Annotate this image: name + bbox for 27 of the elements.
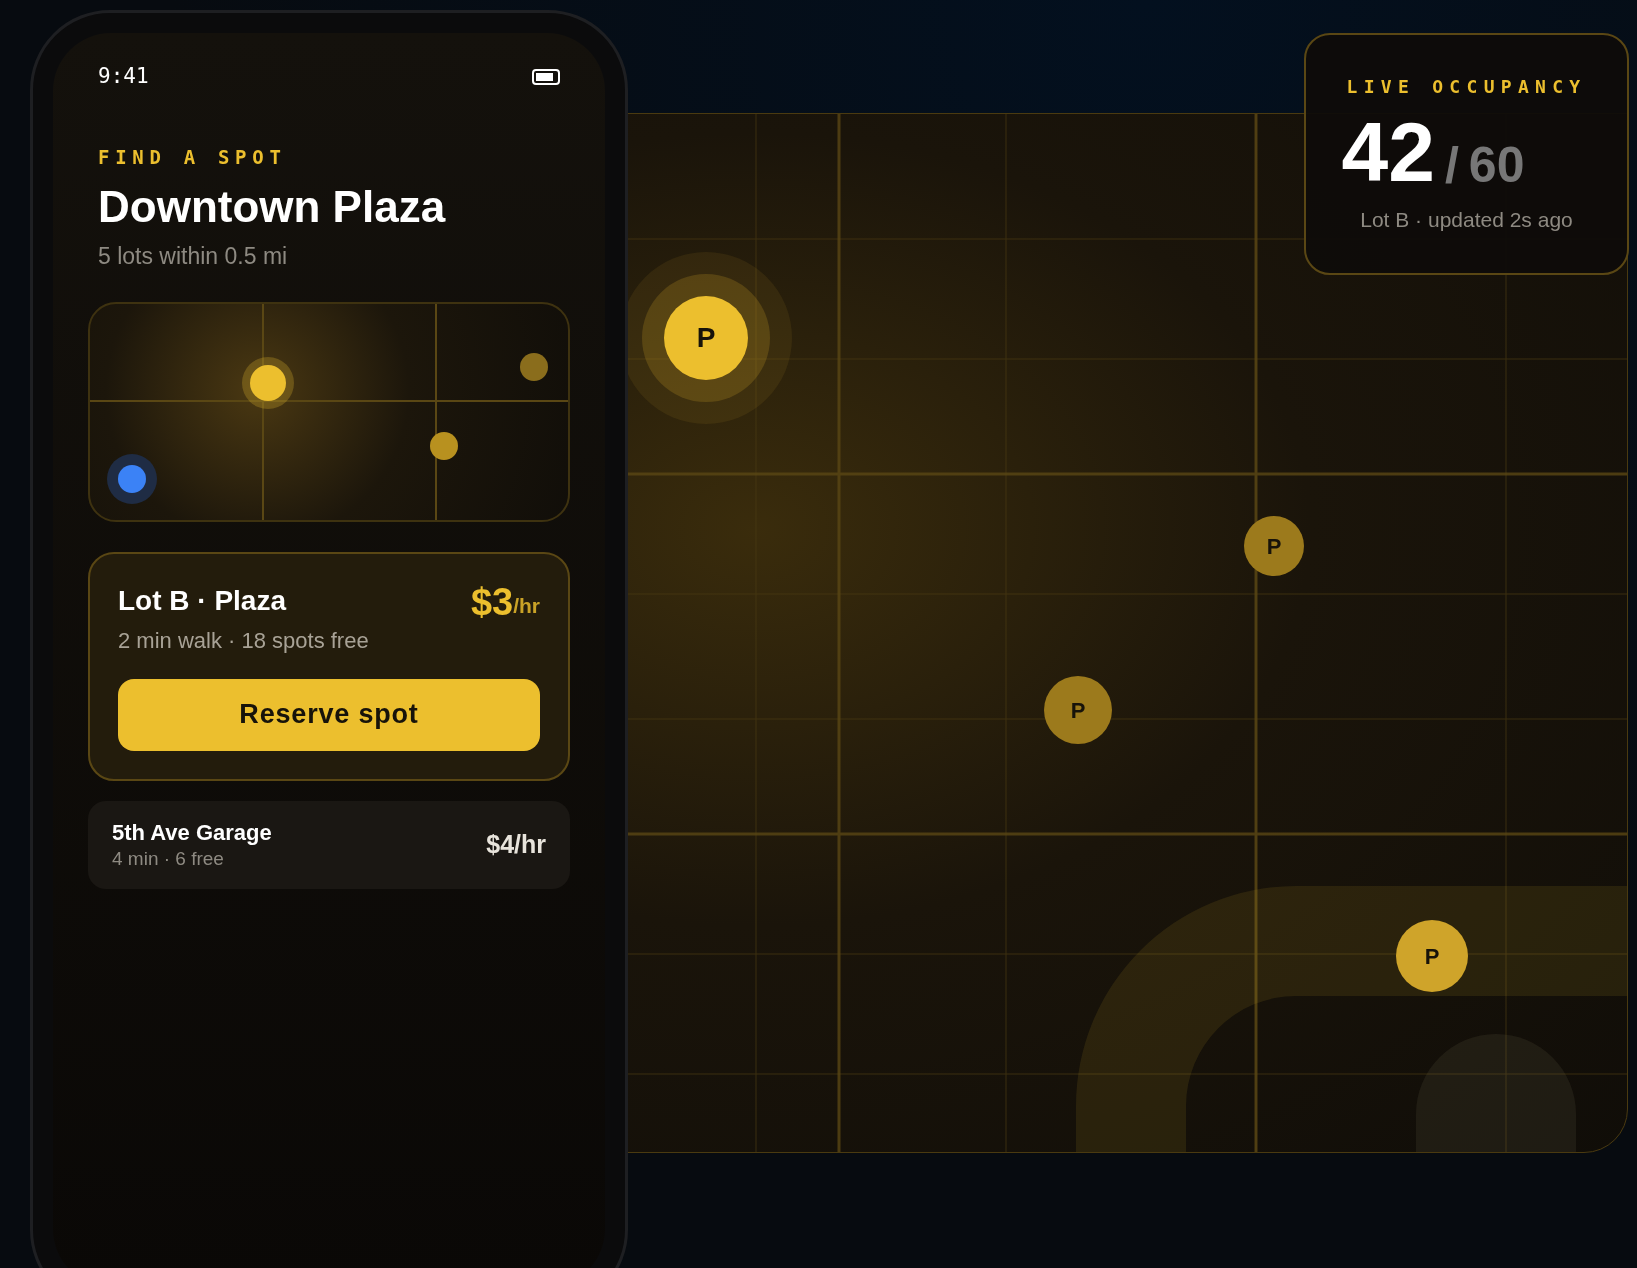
section-eyebrow: FIND A SPOT — [97, 144, 288, 170]
parking-pin[interactable]: P — [1244, 516, 1304, 576]
lot-price: $4/hr — [486, 828, 546, 860]
parking-dot-icon — [242, 356, 294, 409]
status-time: 9:41 — [98, 63, 149, 90]
parking-pin[interactable]: P — [664, 296, 748, 380]
lot-price: $3 — [470, 581, 514, 622]
occupied-count: 42 — [1341, 110, 1435, 194]
parking-dot-icon — [430, 431, 458, 460]
parking-pin[interactable]: P — [1396, 920, 1468, 992]
lot-name: Lot B · Plaza — [118, 583, 286, 618]
lot-details: 2 min walk · 18 spots free — [118, 626, 370, 655]
battery-icon — [532, 68, 560, 85]
location-title: Downtown Plaza — [97, 181, 447, 233]
lot-details: 4 min · 6 free — [112, 846, 225, 871]
parking-dot-icon — [520, 352, 548, 381]
lot-name: 5th Ave Garage — [112, 818, 272, 847]
location-subtitle: 5 lots within 0.5 mi — [97, 242, 289, 271]
parking-pin[interactable]: P — [1044, 676, 1112, 744]
occupancy-caption: Lot B · updated 2s ago — [1360, 207, 1573, 233]
count-separator: / — [1444, 136, 1459, 194]
reserve-button[interactable]: Reserve spot — [118, 678, 540, 751]
occupancy-label: LIVE OCCUPANCY — [1346, 75, 1587, 99]
price-unit: /hr — [513, 594, 540, 617]
lot-list-item[interactable]: 5th Ave Garage 4 min · 6 free $4/hr — [88, 800, 570, 889]
current-location-icon — [107, 453, 157, 504]
total-spots: 60 — [1468, 136, 1525, 194]
